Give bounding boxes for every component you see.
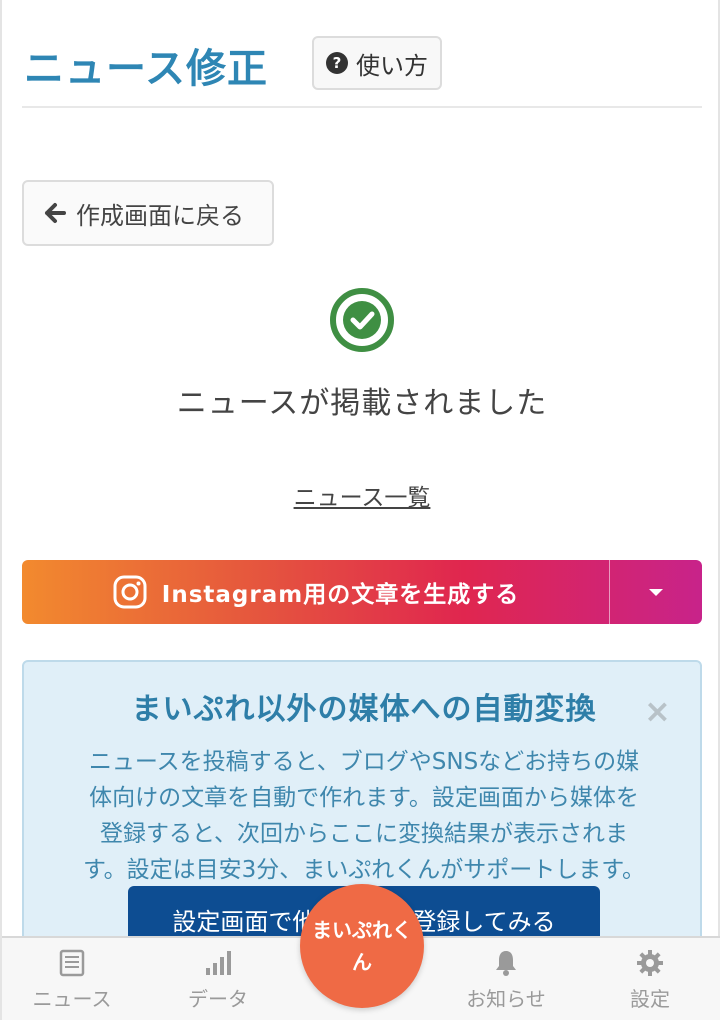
instagram-button-label: Instagram用の文章を生成する [161,582,520,608]
instagram-generate-button[interactable]: Instagram用の文章を生成する [22,560,609,624]
info-line: ニュースを投稿すると、ブログやSNSなどお持ちの媒 [88,749,640,775]
info-line: 体向けの文章を自動で作れます。設定画面から媒体を [89,785,639,811]
info-line: 登録すると、次回からここに変換結果が表示されま [99,821,629,847]
nav-item-news[interactable]: ニュース [2,938,142,1020]
instagram-icon [113,575,147,609]
back-to-create-button[interactable]: 作成画面に戻る [22,180,274,246]
app-frame: ニュース修正 ? 使い方 作成画面に戻る ニュースが掲載されました ニュース一覧… [0,0,720,1020]
check-circle-icon [330,288,394,352]
news-list-link[interactable]: ニュース一覧 [2,478,720,512]
help-button[interactable]: ? 使い方 [312,36,442,90]
info-box-description: ニュースを投稿すると、ブログやSNSなどお持ちの媒 体向けの文章を自動で作れます… [54,744,674,888]
bell-icon [496,950,516,976]
nav-label: 設定 [630,986,670,1011]
nav-label: ニュース [32,986,112,1011]
nav-label: データ [188,986,248,1011]
instagram-generate-bar: Instagram用の文章を生成する [22,560,702,624]
arrow-left-icon [45,203,66,223]
caret-down-icon [649,588,663,596]
success-message: ニュースが掲載されました [176,386,548,421]
info-line: す。設定は目安3分、まいぷれくんがサポートします。 [82,857,646,883]
help-button-label: 使い方 [356,51,428,80]
page-title: ニュース修正 [24,46,268,92]
nav-item-notices[interactable]: お知らせ [436,938,576,1020]
instagram-dropdown-toggle[interactable] [610,560,702,624]
question-circle-icon: ? [326,52,348,74]
signal-bars-icon [206,950,231,975]
back-button-label: 作成画面に戻る [76,201,244,230]
nav-label: お知らせ [466,986,546,1011]
news-icon [59,949,85,976]
maipure-kun-button[interactable]: まいぷれくん [300,884,424,1008]
page-header: ニュース修正 ? 使い方 [22,30,702,108]
nav-item-settings[interactable]: 設定 [580,938,720,1020]
info-box-title: まいぷれ以外の媒体への自動変換 [131,692,597,727]
nav-item-data[interactable]: データ [148,938,288,1020]
gear-icon [637,949,663,976]
close-icon[interactable]: × [644,692,671,730]
